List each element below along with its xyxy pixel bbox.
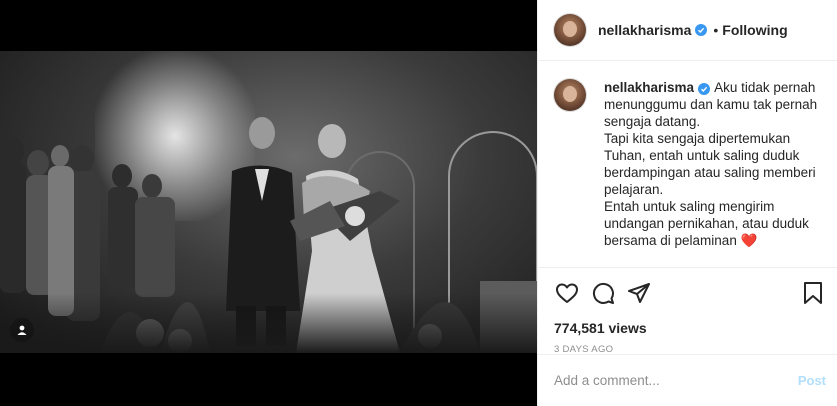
header-username[interactable]: nellakharisma — [598, 22, 691, 38]
caption-text: nellakharisma Aku tidak pernah menunggumu… — [604, 79, 822, 267]
caption-avatar[interactable] — [554, 79, 586, 111]
post-photo[interactable] — [0, 51, 537, 353]
floor-shadow — [0, 293, 537, 353]
post-media[interactable] — [0, 0, 537, 406]
comment-icon[interactable] — [590, 280, 616, 306]
following-button[interactable]: Following — [722, 22, 787, 38]
share-icon[interactable] — [626, 280, 652, 306]
caption-username[interactable]: nellakharisma — [604, 80, 694, 95]
add-comment-bar: Post — [538, 354, 837, 406]
post-panel: nellakharisma • Following nellakharisma A… — [537, 0, 837, 406]
caption-body: Aku tidak pernah menunggumu dan kamu tak… — [604, 80, 818, 248]
verified-badge-icon — [695, 24, 708, 36]
post-header: nellakharisma • Following — [538, 0, 837, 61]
heart-icon[interactable] — [554, 280, 580, 306]
action-icons — [538, 268, 837, 318]
comments-area[interactable]: nellakharisma Aku tidak pernah menunggumu… — [538, 61, 837, 267]
view-count[interactable]: 774,581 views — [538, 318, 837, 338]
caption: nellakharisma Aku tidak pernah menunggumu… — [554, 79, 822, 267]
action-bar: 774,581 views 3 DAYS AGO — [538, 267, 837, 355]
avatar[interactable] — [554, 14, 586, 46]
separator-dot: • — [713, 22, 719, 38]
user-tag-icon[interactable] — [10, 318, 34, 342]
post-comment-button[interactable]: Post — [798, 373, 826, 388]
bookmark-icon[interactable] — [800, 280, 826, 306]
verified-badge-icon — [698, 83, 711, 95]
comment-input[interactable] — [554, 373, 798, 388]
